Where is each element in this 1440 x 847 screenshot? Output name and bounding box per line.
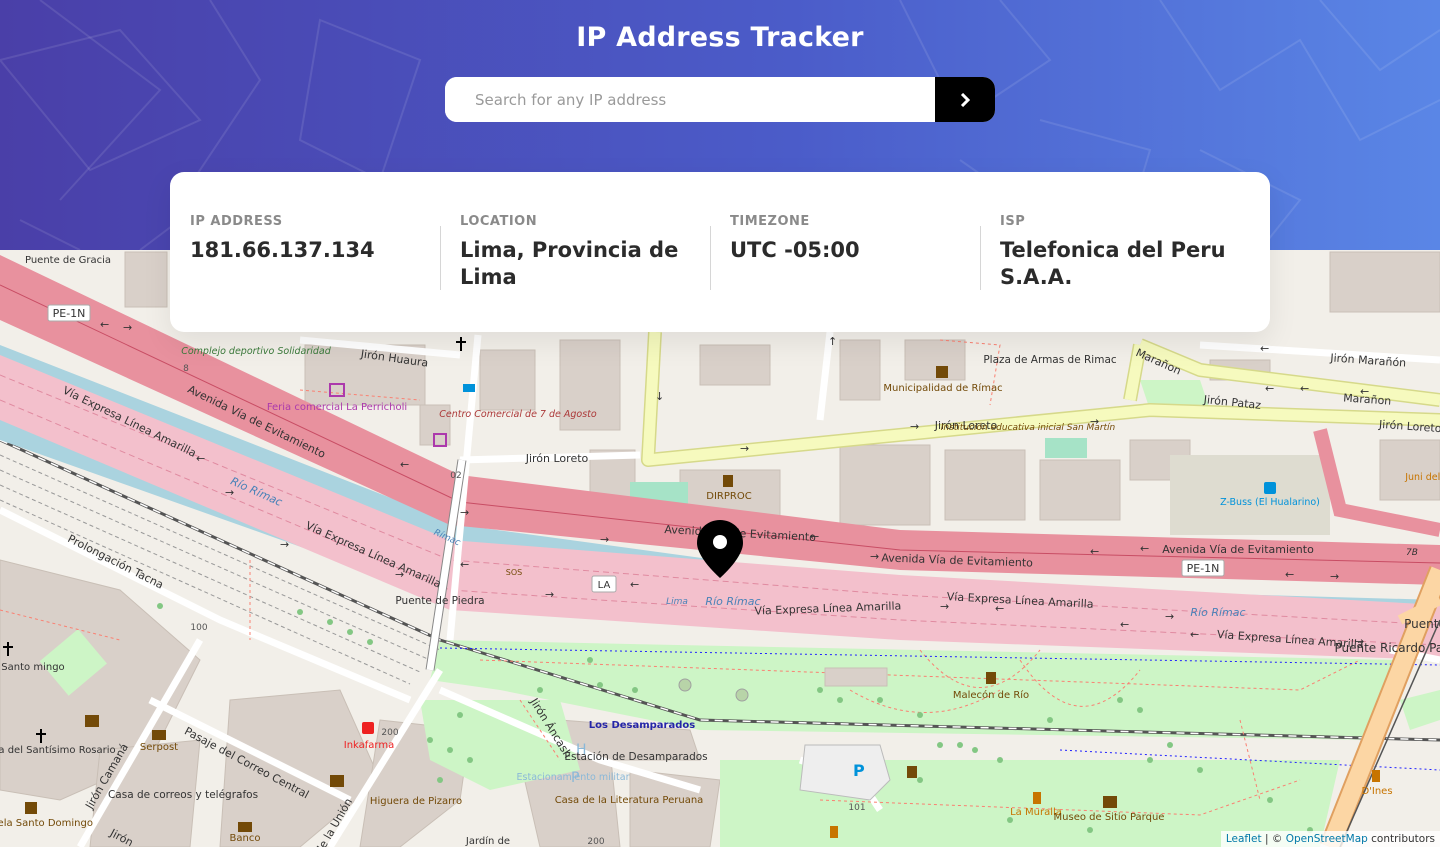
info-value-isp: Telefonica del Peru S.A.A. — [1000, 238, 1226, 289]
map-label: Centro Comercial de 7 de Agosto — [439, 409, 597, 420]
map-label: Vía Expresa Línea Amarilla — [304, 519, 443, 591]
map-label: Río Rímac — [229, 475, 285, 509]
map-label: 100 — [190, 623, 207, 633]
map-label: Museo de Sitio Parque — [1054, 812, 1165, 823]
page-title: IP Address Tracker — [576, 22, 864, 53]
map-label: Z-Buss (El Hualarino) — [1220, 497, 1320, 508]
map-label: Casa de correos y telégrafos — [108, 789, 258, 801]
map-label: 200 — [587, 837, 604, 847]
map-label: Avenida Vía de Evitamiento — [186, 383, 328, 461]
map-label: 200 — [381, 728, 398, 738]
map-label: Banco — [230, 833, 261, 844]
info-ip-address: IP ADDRESS 181.66.137.134 — [190, 214, 440, 332]
attribution-separator: | © — [1261, 833, 1286, 845]
map-label: Marañon — [1343, 391, 1392, 407]
map-label: PE-1N — [53, 307, 86, 320]
map-label: Institución educativa inicial San Martín — [941, 422, 1116, 433]
map-label: Puente — [1404, 617, 1440, 631]
ip-info-card: IP ADDRESS 181.66.137.134 LOCATION Lima,… — [170, 172, 1270, 332]
map-label: Río Rímac — [705, 595, 760, 608]
map-label: Serpost — [140, 742, 178, 753]
info-isp: ISP Telefonica del Peru S.A.A. — [980, 214, 1250, 332]
map-label: Jirón Loreto — [1378, 418, 1440, 435]
map-label: Vía Expresa Línea Amarilla — [947, 590, 1094, 611]
map-label: LA — [598, 580, 611, 591]
map-label: Puente de Piedra — [395, 595, 484, 607]
osm-link[interactable]: OpenStreetMap — [1286, 833, 1368, 845]
search-submit-button[interactable] — [935, 77, 995, 122]
attribution-suffix: contributors — [1367, 833, 1435, 845]
info-label-timezone: TIMEZONE — [730, 214, 810, 229]
map-label: 02 — [450, 471, 461, 481]
map-label: Vía Expresa Línea Amarilla — [61, 384, 199, 460]
map-label: Inkafarma — [344, 740, 394, 751]
map-label: Plazuela Santo Domingo — [0, 818, 93, 829]
map-label: nvento Santo mingo — [0, 662, 65, 673]
map-label: Jirón Pataz — [1202, 393, 1262, 412]
map-label: Complejo deportivo Solidaridad — [181, 346, 331, 357]
map-label: Avenida Vía de Evitamiento — [881, 551, 1033, 569]
map-label: de la Unión — [313, 796, 355, 847]
map-label: DIRPROC — [706, 491, 751, 502]
map-label: Rímac — [432, 528, 462, 549]
map-label: Municipalidad de Rímac — [883, 382, 1002, 394]
info-label-ip: IP ADDRESS — [190, 214, 283, 229]
map-label: Feria comercial La Perricholi — [267, 402, 407, 413]
map-attribution: Leaflet | © OpenStreetMap contributors — [1220, 831, 1440, 847]
map-label: Vía Expresa Línea Amarilla — [754, 599, 901, 617]
map-label: Marañon — [1134, 346, 1183, 377]
leaflet-link[interactable]: Leaflet — [1226, 833, 1262, 845]
map-label: Juni del Pu — [1404, 472, 1440, 483]
map-label: Jirón Loreto — [525, 452, 589, 465]
map-label: Puente Ricardo Palma — [1334, 641, 1440, 655]
info-value-ip: 181.66.137.134 — [190, 238, 375, 262]
map-label: 8 — [183, 364, 189, 374]
chevron-right-icon — [960, 92, 971, 107]
map-label: Los Desamparados — [589, 720, 695, 731]
info-location: LOCATION Lima, Provincia de Lima — [440, 214, 710, 332]
map-label: Casa de la Literatura Peruana — [555, 795, 704, 806]
map-label: Avenida Vía de Evitamiento — [1162, 543, 1314, 556]
map-label: D'Ines — [1361, 786, 1392, 797]
map-label: Prolongación Tacna — [66, 532, 166, 592]
map-label: Jirón Huaura — [359, 347, 429, 369]
search-input[interactable] — [445, 77, 935, 122]
map-label: Basílica del Santísimo Rosario — [0, 744, 116, 756]
map-label: Jirón Marañón — [1329, 351, 1407, 369]
map-view[interactable]: → → → ← ← ← ← ← → → ← → ← ← ← → ← → ← → ← ← → ← → → ← ← → ↓ … — [0, 250, 1440, 847]
info-label-location: LOCATION — [460, 214, 538, 229]
map-label: Estacionamiento militar — [517, 772, 630, 783]
map-label: Río Rímac — [1190, 606, 1245, 619]
info-label-isp: ISP — [1000, 214, 1026, 229]
info-value-location: Lima, Provincia de Lima — [460, 238, 679, 289]
info-value-timezone: UTC -05:00 — [730, 238, 860, 262]
map-label: Puente de Gracia — [25, 255, 111, 266]
map-label: Jardín de — [465, 835, 510, 847]
map-label: Higuera de Pizarro — [370, 796, 462, 807]
map-label: 101 — [848, 803, 865, 813]
map-label: Estación de Desamparados — [564, 751, 707, 763]
search-bar — [445, 77, 995, 122]
location-marker-icon[interactable] — [697, 520, 743, 578]
map-label: Lima — [666, 597, 688, 607]
info-timezone: TIMEZONE UTC -05:00 — [710, 214, 980, 332]
map-label: SOS — [506, 568, 522, 577]
map-label: 7B — [1406, 548, 1418, 558]
map-label: Plaza de Armas de Rimac — [983, 354, 1117, 366]
map-label: Jirón — [107, 826, 135, 847]
map-label: PE-1N — [1187, 562, 1220, 575]
map-label: Malecón de Río — [953, 689, 1029, 701]
